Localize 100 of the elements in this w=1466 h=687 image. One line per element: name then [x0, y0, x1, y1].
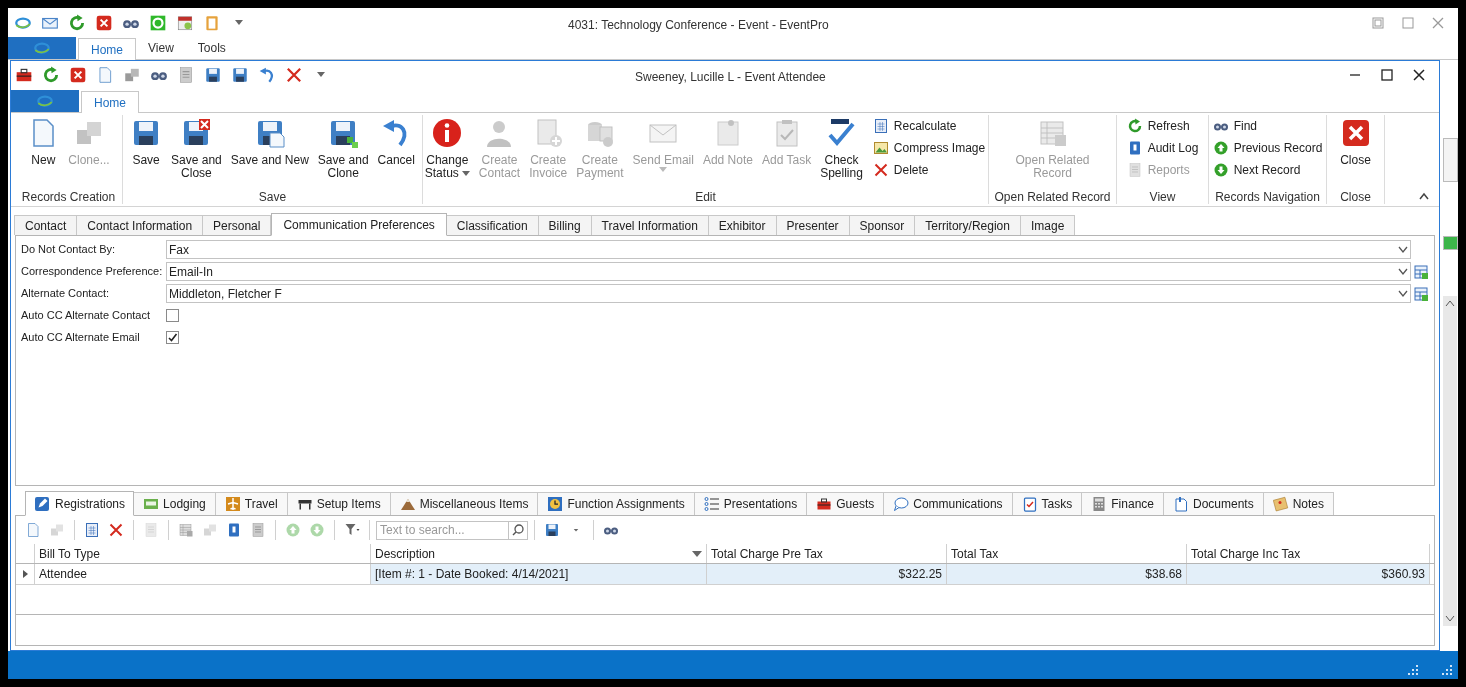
- resize-grip-icon: [1408, 665, 1418, 675]
- refresh-icon: [42, 66, 60, 84]
- dropdown-field[interactable]: Middleton, Fletcher F: [166, 284, 1411, 303]
- tab[interactable]: Billing: [537, 215, 592, 235]
- tab[interactable]: Exhibitor: [707, 215, 777, 235]
- copy-icon: [202, 522, 218, 538]
- ribbon-tab[interactable]: Tools: [185, 37, 238, 59]
- table-cell: $38.68: [947, 564, 1187, 584]
- tab[interactable]: Classification: [445, 215, 539, 235]
- close-button[interactable]: [1413, 69, 1425, 81]
- undo-icon: [258, 66, 276, 84]
- ribbon-button[interactable]: Save and Clone: [313, 115, 373, 180]
- column-header[interactable]: Total Charge Inc Tax: [1187, 544, 1430, 563]
- table-icon: [1413, 286, 1428, 301]
- ribbon-button[interactable]: Compress Image: [870, 138, 988, 158]
- column-header[interactable]: Bill To Type: [35, 544, 371, 563]
- ribbon-button[interactable]: Save: [126, 115, 167, 167]
- group-title: Records Navigation: [1214, 190, 1321, 204]
- tab[interactable]: Contact: [14, 215, 78, 235]
- group-title: Records Creation: [20, 190, 117, 204]
- maximize-icon: [1381, 69, 1393, 81]
- ribbon-button[interactable]: New: [23, 115, 64, 167]
- restore-button[interactable]: [1372, 17, 1384, 29]
- column-header[interactable]: Total Tax: [947, 544, 1187, 563]
- ribbon-button[interactable]: Find: [1210, 116, 1325, 136]
- save-icon: [204, 66, 222, 84]
- ribbon-button[interactable]: Change Status: [420, 115, 474, 180]
- columns-icon: [250, 522, 266, 538]
- refresh-icon: [68, 14, 86, 32]
- delete-icon: [285, 66, 303, 84]
- lookup-button[interactable]: [1412, 285, 1429, 302]
- tab[interactable]: Lodging: [133, 492, 216, 515]
- maximize-button[interactable]: [1381, 69, 1393, 81]
- group-title: Open Related Record: [993, 190, 1112, 204]
- ribbon-button[interactable]: Previous Record: [1210, 138, 1325, 158]
- tab[interactable]: Travel Information: [590, 215, 709, 235]
- checkbox[interactable]: [166, 309, 179, 322]
- list-icon: [703, 496, 720, 512]
- clone-icon: [49, 522, 65, 538]
- ribbon-button[interactable]: Next Record: [1210, 160, 1325, 180]
- tab[interactable]: Contact Information: [76, 215, 204, 235]
- ribbon-tab[interactable]: View: [136, 37, 186, 59]
- toolbox-icon: [816, 496, 833, 512]
- tab[interactable]: Sponsor: [848, 215, 916, 235]
- settings-icon: [149, 14, 167, 32]
- group-title: Close: [1339, 190, 1372, 204]
- field-label: Auto CC Alternate Email: [21, 330, 141, 346]
- close-icon: [1432, 17, 1444, 29]
- restore-icon: [1372, 17, 1384, 29]
- ribbon-button[interactable]: Refresh: [1124, 116, 1201, 136]
- calendar-icon: [176, 14, 194, 32]
- tab[interactable]: Registrations: [25, 491, 135, 516]
- dropdown-field[interactable]: Fax: [166, 240, 1411, 259]
- tab[interactable]: Image: [1019, 215, 1076, 235]
- ribbon-button[interactable]: Save and New: [226, 115, 313, 167]
- tab[interactable]: Finance: [1081, 492, 1164, 515]
- column-header[interactable]: Total Charge Pre Tax: [707, 544, 947, 563]
- tab[interactable]: Miscellaneous Items: [389, 492, 539, 515]
- delete-icon: [872, 162, 889, 178]
- tab[interactable]: Tasks: [1011, 492, 1083, 515]
- search-field[interactable]: Text to search...: [376, 520, 509, 540]
- tab[interactable]: Presentations: [693, 492, 808, 515]
- save-close-icon: [231, 66, 249, 84]
- tab[interactable]: Personal: [202, 215, 272, 235]
- tab[interactable]: Communication Preferences: [271, 213, 447, 236]
- lookup-button[interactable]: [1412, 263, 1429, 280]
- window-title: Sweeney, Lucille L - Event Attendee: [635, 69, 826, 86]
- group-title: Edit: [694, 190, 717, 204]
- ribbon-button[interactable]: Save and Close: [167, 115, 226, 180]
- checkbox[interactable]: [166, 331, 179, 344]
- close-icon: [1413, 69, 1425, 81]
- search-button[interactable]: [509, 520, 528, 540]
- column-header[interactable]: Description: [371, 544, 707, 563]
- scroll-down-icon: [1445, 615, 1455, 623]
- tab[interactable]: Setup Items: [286, 492, 391, 515]
- ribbon-button[interactable]: Recalculate: [870, 116, 988, 136]
- dropdown-field[interactable]: Email-In: [166, 262, 1411, 281]
- ribbon-button[interactable]: Cancel: [373, 115, 419, 167]
- tab[interactable]: Function Assignments: [537, 492, 695, 515]
- ribbon-button[interactable]: Delete: [870, 160, 988, 180]
- report-icon: [1126, 162, 1143, 178]
- tab[interactable]: Guests: [806, 492, 885, 515]
- toolbox-icon: [15, 66, 33, 84]
- ribbon-tab[interactable]: Home: [78, 38, 136, 60]
- ribbon-button[interactable]: Audit Log: [1124, 138, 1201, 158]
- ribbon-tab[interactable]: Home: [81, 91, 139, 113]
- logo-icon: [14, 14, 32, 32]
- bed-icon: [143, 496, 160, 512]
- tab[interactable]: Notes: [1262, 492, 1335, 515]
- tab[interactable]: Presenter: [775, 215, 850, 235]
- ribbon-button[interactable]: Check Spelling: [816, 115, 867, 180]
- tab[interactable]: Communications: [883, 492, 1013, 515]
- tab[interactable]: Territory/Region: [914, 215, 1021, 235]
- maximize-icon: [1402, 17, 1414, 29]
- tab[interactable]: Documents: [1163, 492, 1264, 515]
- image-icon: [872, 140, 889, 156]
- ribbon-button[interactable]: Close: [1335, 115, 1376, 167]
- table-cell: [Item #: 1 - Date Booked: 4/14/2021]: [371, 564, 707, 584]
- collapse-ribbon-button[interactable]: [1419, 192, 1429, 200]
- tab[interactable]: Travel: [214, 492, 288, 515]
